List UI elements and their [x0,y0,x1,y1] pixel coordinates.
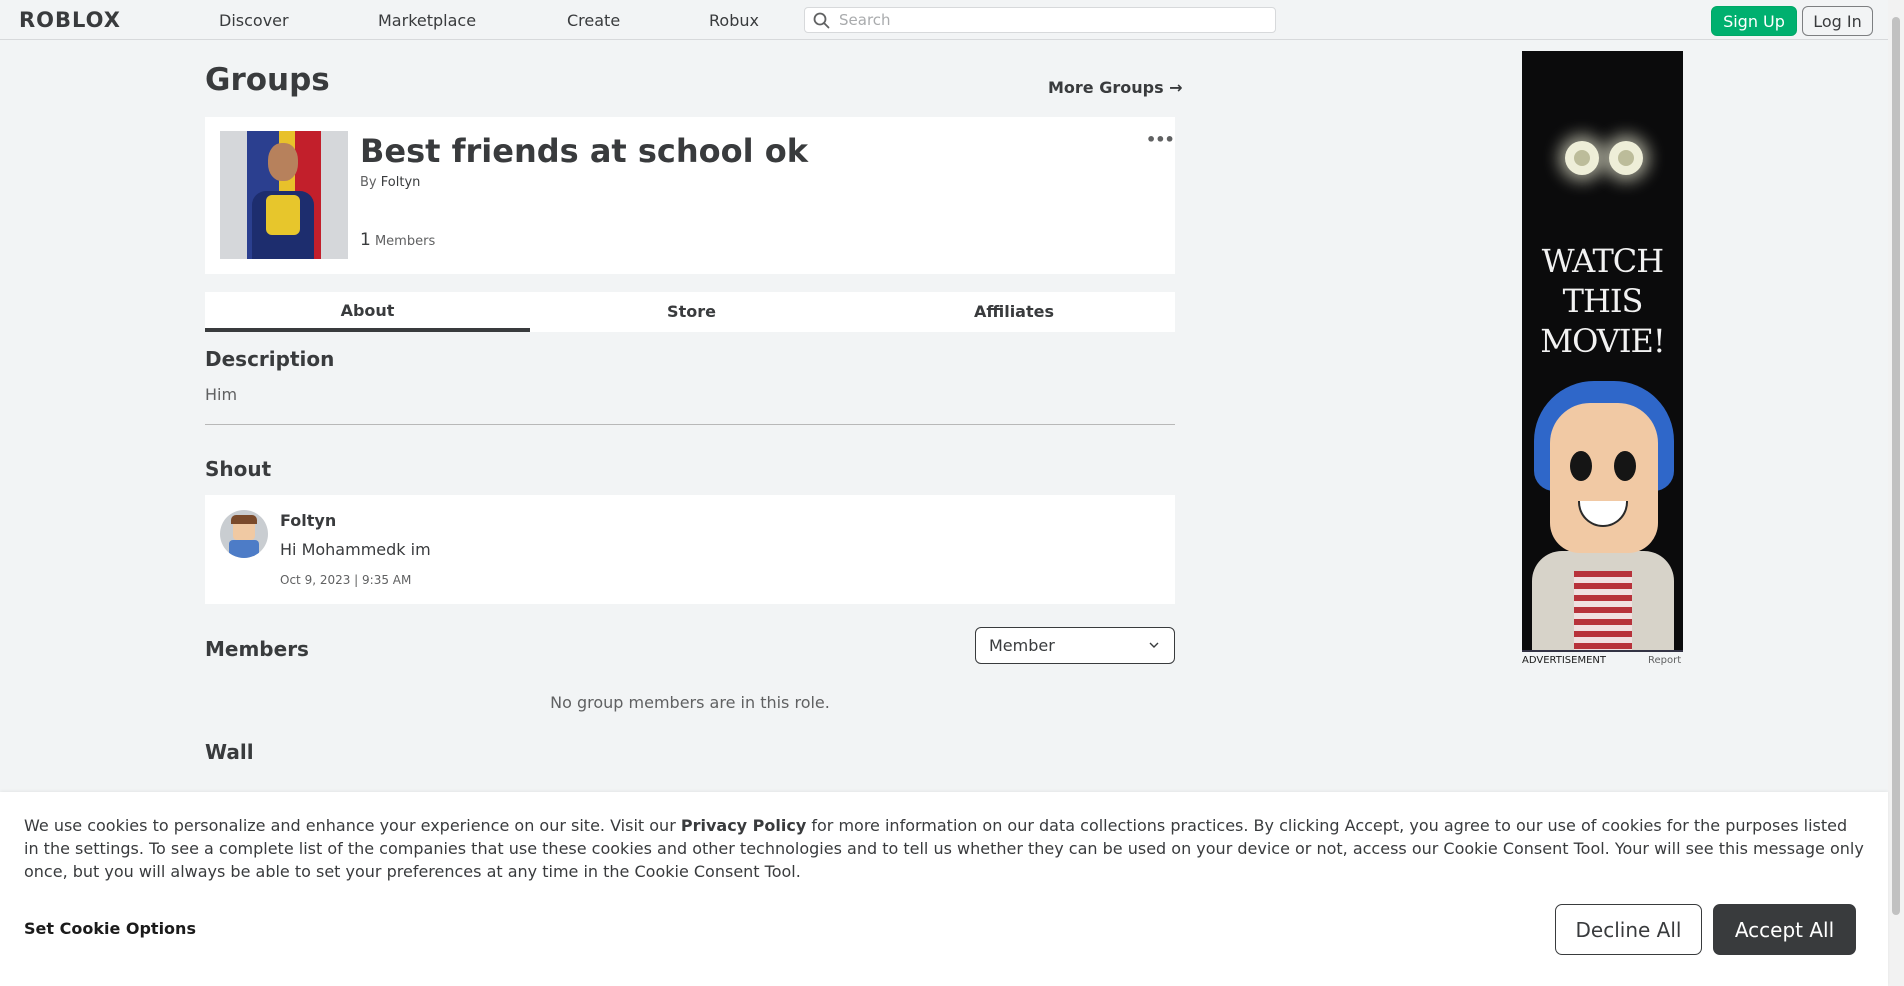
divider [205,424,1175,425]
decline-all-button[interactable]: Decline All [1555,904,1702,955]
advertisement-label: ADVERTISEMENT [1522,655,1607,666]
set-cookie-options-link[interactable]: Set Cookie Options [24,919,196,938]
scrollbar-thumb[interactable] [1892,17,1900,915]
top-navigation-bar: ROBLOX Discover Marketplace Create Robux… [0,0,1888,40]
cookie-consent-banner: We use cookies to personalize and enhanc… [0,792,1888,986]
nav-create[interactable]: Create [567,11,620,30]
more-groups-link[interactable]: More Groups → [1048,78,1183,97]
member-count-value: 1 [360,230,371,250]
tab-affiliates[interactable]: Affiliates [853,292,1175,332]
group-name: Best friends at school ok [360,132,808,170]
group-owner-line: By Foltyn [360,175,420,190]
by-prefix: By [360,175,377,190]
sign-up-button[interactable]: Sign Up [1711,6,1797,36]
advertisement-banner[interactable]: WATCH THIS MOVIE! [1522,51,1683,652]
nav-discover[interactable]: Discover [219,11,289,30]
search-icon [813,12,830,29]
page-title: Groups [205,62,330,98]
wall-heading: Wall [205,740,254,764]
ad-eye-left [1565,141,1599,175]
members-heading: Members [205,637,309,661]
log-in-button[interactable]: Log In [1802,6,1873,36]
group-owner-link[interactable]: Foltyn [381,175,421,190]
group-member-count: 1 Members [360,230,435,250]
shout-timestamp: Oct 9, 2023 | 9:35 AM [280,573,412,587]
chevron-down-icon [1149,642,1159,648]
group-header-card: Best friends at school ok By Foltyn 1 Me… [205,117,1175,274]
role-dropdown[interactable]: Member [975,627,1175,664]
shout-author-link[interactable]: Foltyn [280,511,336,530]
ad-headline: WATCH THIS MOVIE! [1540,242,1665,360]
more-options-icon[interactable]: ••• [1146,130,1175,149]
group-emblem-image [220,131,348,259]
shout-heading: Shout [205,457,272,481]
shout-card: Foltyn Hi Mohammedk im Oct 9, 2023 | 9:3… [205,495,1175,604]
shout-message: Hi Mohammedk im [280,540,431,559]
description-text: Him [205,385,238,404]
tab-store[interactable]: Store [530,292,853,332]
ad-eye-right [1609,141,1643,175]
accept-all-button[interactable]: Accept All [1713,904,1856,955]
avatar[interactable] [220,510,268,558]
tab-about[interactable]: About [205,292,530,332]
search-input[interactable] [839,10,1259,30]
privacy-policy-link[interactable]: Privacy Policy [681,816,806,835]
nav-robux[interactable]: Robux [709,11,759,30]
description-heading: Description [205,347,335,371]
ad-report-link[interactable]: Report [1648,655,1681,666]
group-tabs: About Store Affiliates [205,292,1175,332]
member-count-label: Members [374,234,436,249]
nav-marketplace[interactable]: Marketplace [378,11,476,30]
no-members-message: No group members are in this role. [550,693,830,712]
cookie-notice-text: We use cookies to personalize and enhanc… [24,816,1864,881]
search-box[interactable] [804,7,1276,33]
page-scrollbar[interactable] [1888,0,1904,986]
roblox-logo[interactable]: ROBLOX [19,8,121,32]
role-selected-value: Member [989,636,1055,655]
